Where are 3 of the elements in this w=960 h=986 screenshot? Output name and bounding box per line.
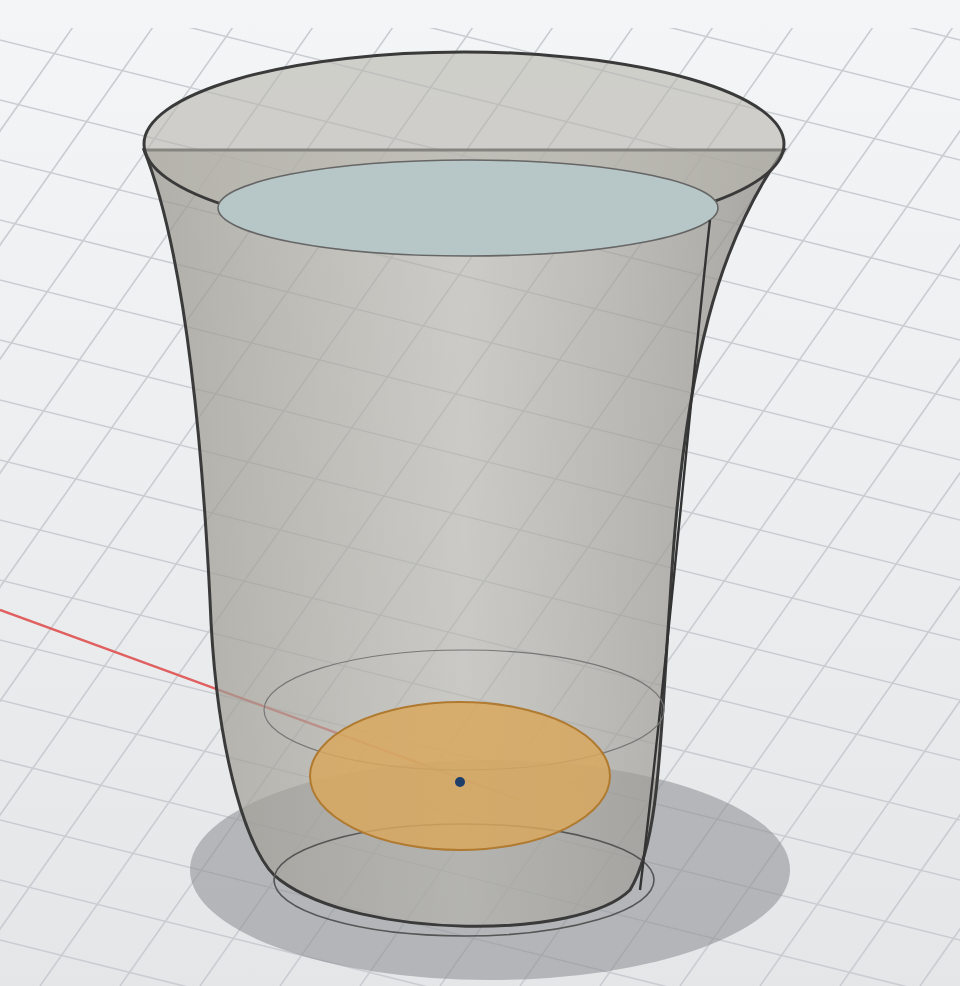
bottom-face[interactable] [309, 701, 611, 851]
origin-point-icon [455, 777, 465, 787]
cup-drawing[interactable] [142, 50, 786, 937]
